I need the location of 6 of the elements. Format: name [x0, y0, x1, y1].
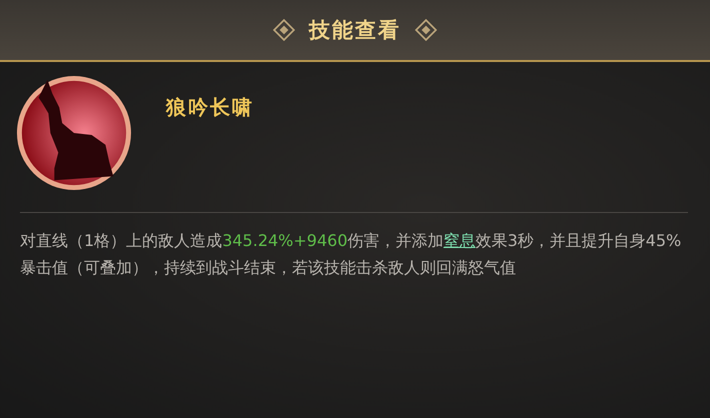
- diamond-ornament-icon: [273, 19, 295, 41]
- diamond-ornament-icon: [415, 19, 437, 41]
- status-effect-link[interactable]: 窒息: [444, 231, 476, 250]
- skill-name: 狼吟长啸: [166, 94, 254, 121]
- window-title: 技能查看: [309, 17, 401, 44]
- skill-description: 对直线（1格）上的敌人造成345.24%+9460伤害，并添加窒息效果3秒，并且提升自身45%暴击值（可叠加），持续到战斗结束，若该技能击杀敌人则回满怒气值: [20, 230, 682, 279]
